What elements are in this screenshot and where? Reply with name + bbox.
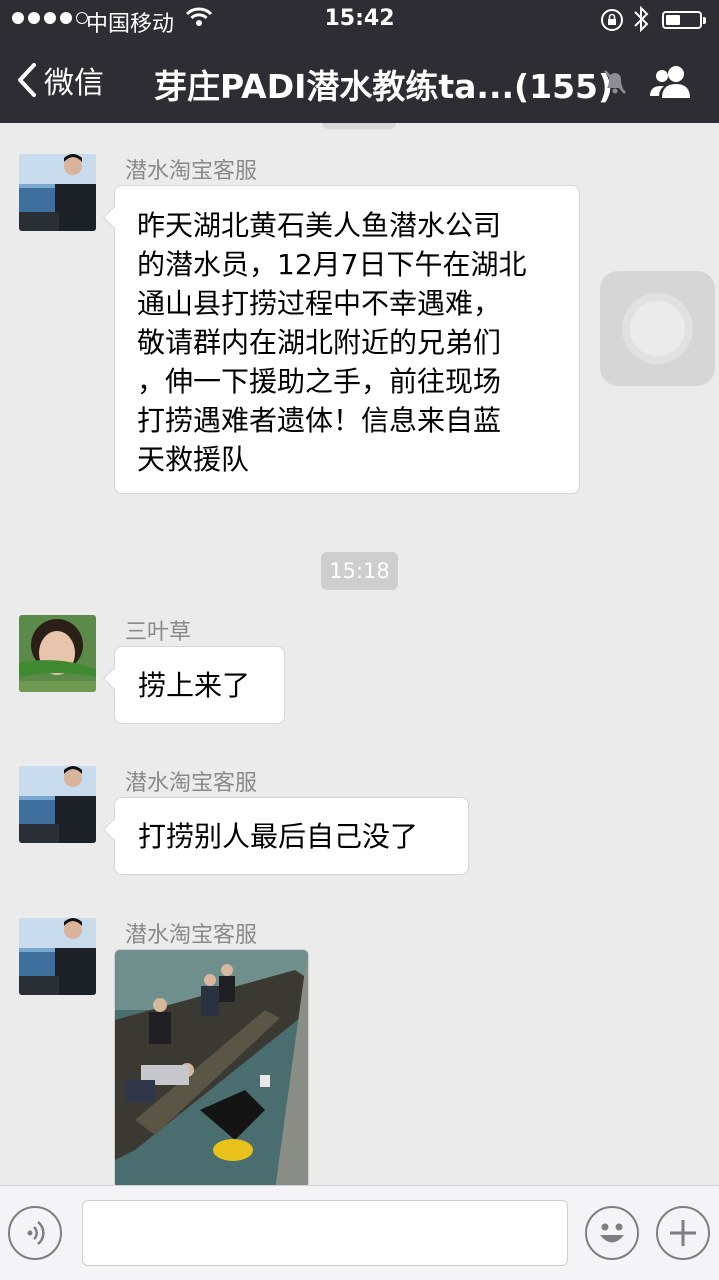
status-bar: 中国移动 15:42 xyxy=(0,0,719,40)
chat-timestamp: 15:18 xyxy=(321,552,398,590)
top-bar: 中国移动 15:42 微信 芽庄PADI潜水教练ta...(155) xyxy=(0,0,719,123)
back-button[interactable]: 微信 xyxy=(16,58,104,102)
avatar[interactable] xyxy=(19,154,96,231)
avatar[interactable] xyxy=(19,918,96,995)
message-line: 天救援队 xyxy=(137,443,250,476)
sender-name: 三叶草 xyxy=(125,620,192,645)
voice-icon xyxy=(27,1221,45,1245)
plus-icon xyxy=(670,1220,696,1246)
floating-assistive-button[interactable] xyxy=(600,271,715,386)
sender-name: 潜水淘宝客服 xyxy=(125,923,258,948)
chat-title: 芽庄PADI潜水教练ta...(155) xyxy=(154,67,614,106)
battery-icon xyxy=(662,11,706,29)
input-bar xyxy=(0,1185,719,1280)
avatar[interactable] xyxy=(19,615,96,692)
bluetooth-icon xyxy=(632,4,650,40)
message-line: 的潜水员，12月7日下午在湖北 xyxy=(137,248,527,281)
more-button[interactable] xyxy=(656,1206,710,1260)
bell-off-icon xyxy=(602,68,628,100)
rescue-boat-photo[interactable] xyxy=(114,949,309,1185)
message-line: 昨天湖北黄石美人鱼潜水公司 xyxy=(137,209,502,242)
nav-bar: 微信 芽庄PADI潜水教练ta...(155) xyxy=(0,40,719,123)
message-bubble[interactable]: 打捞别人最后自己没了 xyxy=(114,797,469,875)
chevron-left-icon xyxy=(18,63,36,97)
sender-name: 潜水淘宝客服 xyxy=(125,771,258,796)
emoji-icon xyxy=(600,1223,624,1243)
message-line: ，伸一下援助之手，前往现场 xyxy=(137,365,502,398)
rotation-lock-icon xyxy=(600,8,624,38)
message-line: 敬请群内在湖北附近的兄弟们 xyxy=(137,326,502,359)
group-members-icon[interactable] xyxy=(648,62,696,106)
back-label: 微信 xyxy=(44,66,104,101)
previous-timestamp-stub xyxy=(322,123,396,129)
message-bubble[interactable]: 捞上来了 xyxy=(114,646,285,724)
avatar[interactable] xyxy=(19,766,96,843)
message-line: 通山县打捞过程中不幸遇难， xyxy=(137,287,502,320)
message-line: 打捞遇难者遗体！信息来自蓝 xyxy=(137,404,502,437)
message-bubble[interactable]: 昨天湖北黄石美人鱼潜水公司 的潜水员，12月7日下午在湖北 通山县打捞过程中不幸… xyxy=(114,185,580,494)
voice-button[interactable] xyxy=(8,1206,62,1260)
emoji-button[interactable] xyxy=(585,1206,639,1260)
sender-name: 潜水淘宝客服 xyxy=(125,159,258,184)
message-input[interactable] xyxy=(82,1200,568,1266)
